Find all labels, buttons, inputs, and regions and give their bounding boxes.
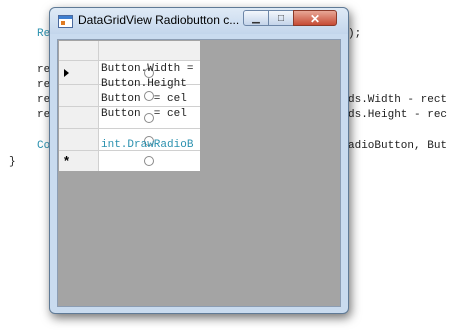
row-header-4[interactable] bbox=[59, 129, 99, 151]
overlay-text-4: Button = cel bbox=[101, 108, 187, 120]
close-button[interactable]: ✕ bbox=[293, 10, 337, 26]
code-line-right-2: ds.Width - rect bbox=[348, 94, 448, 106]
current-row-arrow-icon bbox=[64, 69, 69, 77]
code-line-right-3: ds.Height - rec bbox=[348, 109, 448, 121]
radio-button-5[interactable] bbox=[144, 156, 154, 166]
row-header-2[interactable] bbox=[59, 85, 99, 107]
maximize-button[interactable]: □ bbox=[268, 10, 294, 26]
code-line-right-1: ); bbox=[348, 28, 362, 40]
column-header[interactable] bbox=[99, 41, 200, 61]
new-row-asterisk-icon: * bbox=[64, 153, 70, 168]
minimize-button[interactable]: ▁ bbox=[243, 10, 269, 26]
overlay-text-5: int.DrawRadioB bbox=[101, 139, 194, 151]
overlay-text-1: Button.Width = bbox=[101, 63, 194, 75]
row-header-new[interactable]: * bbox=[59, 151, 99, 171]
row-header-1[interactable] bbox=[59, 61, 99, 85]
grid-corner-header[interactable] bbox=[59, 41, 99, 61]
title-bar[interactable]: DataGridView Radiobutton c... ▁ □ ✕ bbox=[50, 8, 348, 34]
window-title: DataGridView Radiobutton c... bbox=[78, 13, 240, 27]
overlay-text-3: Button = cel bbox=[101, 93, 187, 105]
data-grid-view[interactable]: * Button.Width = Button.Height Button = … bbox=[59, 41, 200, 171]
overlay-text-2: Button.Height bbox=[101, 78, 187, 90]
code-line-right-4: adioButton, But bbox=[348, 140, 448, 152]
form-client-area: * Button.Width = Button.Height Button = … bbox=[57, 39, 341, 307]
row-header-3[interactable] bbox=[59, 107, 99, 129]
app-window: DataGridView Radiobutton c... ▁ □ ✕ * Bu… bbox=[49, 7, 349, 314]
app-icon[interactable] bbox=[58, 15, 73, 28]
code-line-7: } bbox=[9, 156, 16, 168]
